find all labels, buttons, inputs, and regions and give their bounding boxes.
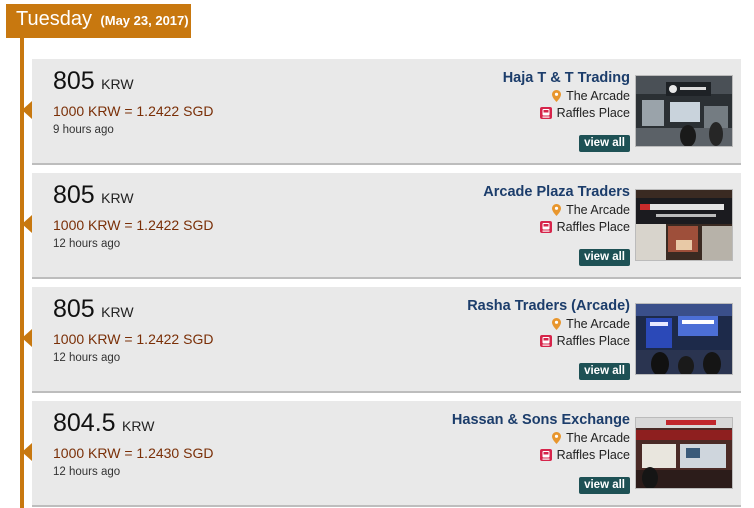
- rate: 805 KRW: [53, 67, 134, 96]
- merchant-name[interactable]: Arcade Plaza Traders: [483, 184, 630, 200]
- map-pin-icon: [552, 90, 562, 102]
- rate-value: 805: [53, 67, 95, 95]
- merchant-name[interactable]: Rasha Traders (Arcade): [467, 298, 630, 314]
- location-area: The Arcade: [552, 317, 630, 331]
- view-all-button[interactable]: view all: [579, 363, 630, 380]
- area-label: The Arcade: [566, 203, 630, 217]
- location-mrt: Raffles Place: [539, 220, 630, 234]
- rate-value: 805: [53, 181, 95, 209]
- mrt-label: Raffles Place: [556, 334, 630, 348]
- day-header: Tuesday (May 23, 2017): [6, 4, 191, 38]
- rate-card: 805 KRW 1000 KRW = 1.2422 SGD 12 hours a…: [22, 287, 741, 393]
- area-label: The Arcade: [566, 89, 630, 103]
- day-name: Tuesday: [16, 8, 92, 30]
- train-station-icon: [539, 449, 552, 461]
- view-all-button[interactable]: view all: [579, 249, 630, 266]
- area-label: The Arcade: [566, 317, 630, 331]
- rate: 804.5 KRW: [53, 409, 154, 438]
- map-pin-icon: [552, 204, 562, 216]
- merchant-name[interactable]: Hassan & Sons Exchange: [452, 412, 630, 428]
- shop-photo[interactable]: [635, 303, 733, 375]
- rate-currency: KRW: [101, 304, 134, 320]
- merchant-name[interactable]: Haja T & T Trading: [503, 70, 630, 86]
- rate-card: 804.5 KRW 1000 KRW = 1.2430 SGD 12 hours…: [22, 401, 741, 507]
- rate: 805 KRW: [53, 295, 134, 324]
- shop-photo[interactable]: [635, 75, 733, 147]
- day-date: (May 23, 2017): [100, 13, 189, 28]
- mrt-label: Raffles Place: [556, 448, 630, 462]
- view-all-button[interactable]: view all: [579, 135, 630, 152]
- location-area: The Arcade: [552, 431, 630, 445]
- rate-value: 805: [53, 295, 95, 323]
- train-station-icon: [539, 107, 552, 119]
- time-ago: 12 hours ago: [53, 238, 121, 250]
- rate-currency: KRW: [101, 76, 134, 92]
- mrt-label: Raffles Place: [556, 106, 630, 120]
- conversion-rate: 1000 KRW = 1.2422 SGD: [53, 331, 214, 347]
- map-pin-icon: [552, 432, 562, 444]
- view-all-button[interactable]: view all: [579, 477, 630, 494]
- rate-currency: KRW: [122, 418, 155, 434]
- rate-card: 805 KRW 1000 KRW = 1.2422 SGD 9 hours ag…: [22, 59, 741, 165]
- time-ago: 12 hours ago: [53, 466, 121, 478]
- location-area: The Arcade: [552, 89, 630, 103]
- location-area: The Arcade: [552, 203, 630, 217]
- location-mrt: Raffles Place: [539, 334, 630, 348]
- train-station-icon: [539, 221, 552, 233]
- mrt-label: Raffles Place: [556, 220, 630, 234]
- time-ago: 9 hours ago: [53, 124, 114, 136]
- shop-photo[interactable]: [635, 189, 733, 261]
- time-ago: 12 hours ago: [53, 352, 121, 364]
- train-station-icon: [539, 335, 552, 347]
- location-mrt: Raffles Place: [539, 106, 630, 120]
- rate-card: 805 KRW 1000 KRW = 1.2422 SGD 12 hours a…: [22, 173, 741, 279]
- rate: 805 KRW: [53, 181, 134, 210]
- shop-photo[interactable]: [635, 417, 733, 489]
- conversion-rate: 1000 KRW = 1.2422 SGD: [53, 217, 214, 233]
- conversion-rate: 1000 KRW = 1.2422 SGD: [53, 103, 214, 119]
- map-pin-icon: [552, 318, 562, 330]
- location-mrt: Raffles Place: [539, 448, 630, 462]
- area-label: The Arcade: [566, 431, 630, 445]
- conversion-rate: 1000 KRW = 1.2430 SGD: [53, 445, 214, 461]
- rate-value: 804.5: [53, 409, 116, 437]
- rate-currency: KRW: [101, 190, 134, 206]
